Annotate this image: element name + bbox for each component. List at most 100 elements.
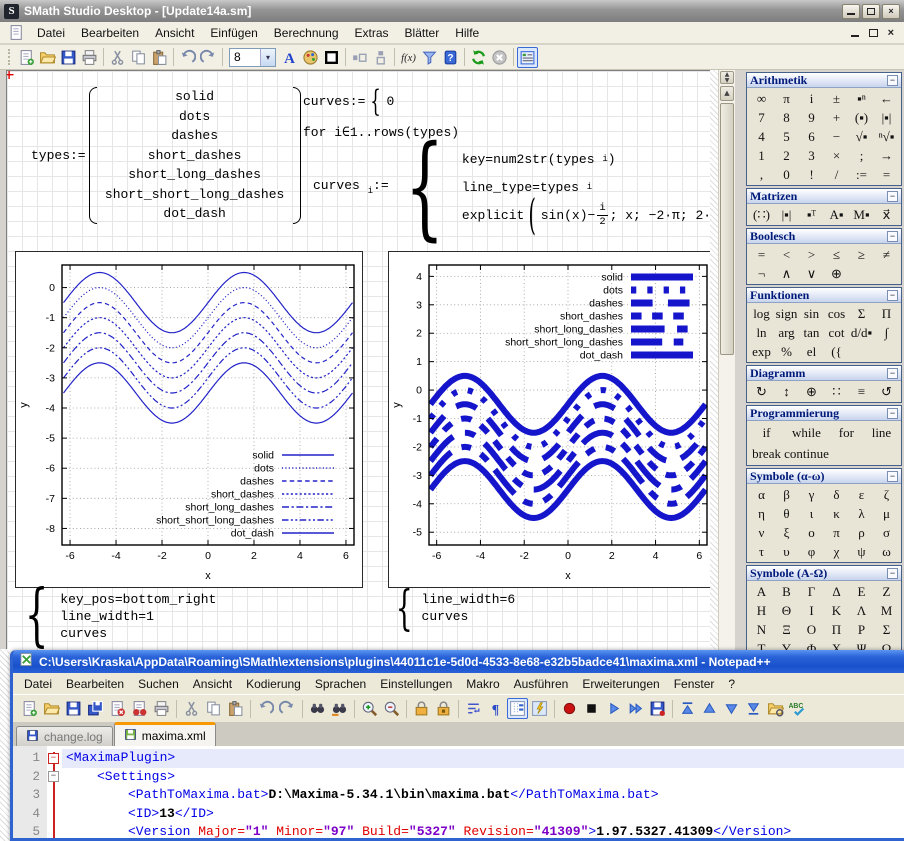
palette-button[interactable]: cos	[824, 304, 849, 323]
npp-goto-next-button[interactable]	[721, 698, 742, 719]
npp-new-file-button[interactable]	[19, 698, 40, 719]
palette-button[interactable]: ↻	[749, 382, 774, 401]
smath-help-button[interactable]: ?	[440, 47, 461, 68]
collapse-button[interactable]: −	[887, 368, 898, 379]
npp-undo-button[interactable]	[255, 698, 276, 719]
palette-button[interactable]: 0	[774, 165, 799, 184]
fold-collapse-icon[interactable]: −	[48, 771, 59, 782]
palette-button[interactable]: sin	[799, 304, 824, 323]
smath-border-button[interactable]	[321, 47, 342, 68]
palette-button[interactable]: −	[824, 127, 849, 146]
palette-button[interactable]: ο	[799, 523, 824, 542]
npp-spell-check-button[interactable]: ABC	[787, 698, 808, 719]
palette-button[interactable]: :=	[849, 165, 874, 184]
palette-button[interactable]: Β	[774, 582, 799, 601]
palette-button[interactable]: sign	[774, 304, 799, 323]
smath-menu-datei[interactable]: Datei	[29, 24, 73, 42]
npp-indent-guide-button[interactable]	[507, 698, 528, 719]
npp-word-wrap-button[interactable]	[463, 698, 484, 719]
npp-goto-first-button[interactable]	[677, 698, 698, 719]
smath-interrupt-button[interactable]	[489, 47, 510, 68]
npp-macro-record-button[interactable]	[559, 698, 580, 719]
npp-zoom-out-button[interactable]	[381, 698, 402, 719]
palette-button[interactable]: break	[749, 443, 784, 464]
npp-close-file-button[interactable]	[107, 698, 128, 719]
palette-button[interactable]: Δ	[824, 582, 849, 601]
palette-button[interactable]: +	[824, 108, 849, 127]
palette-button[interactable]: 4	[749, 127, 774, 146]
palette-button[interactable]: ;	[849, 146, 874, 165]
palette-button[interactable]: τ	[749, 542, 774, 561]
palette-button[interactable]: ι	[799, 504, 824, 523]
palette-button[interactable]: ¬	[749, 264, 774, 283]
palette-button[interactable]: >	[799, 245, 824, 264]
palette-button[interactable]: %	[774, 342, 799, 361]
font-size-select[interactable]: 8▾	[229, 48, 276, 67]
palette-button[interactable]: 6	[799, 127, 824, 146]
palette-button[interactable]: ρ	[849, 523, 874, 542]
palette-button[interactable]: ∫	[874, 323, 899, 342]
palette-button[interactable]: υ	[774, 542, 799, 561]
npp-open-containing-folder-button[interactable]	[765, 698, 786, 719]
palette-button[interactable]: ↺	[874, 382, 899, 401]
palette-button[interactable]: (∷)	[749, 205, 774, 224]
collapse-button[interactable]: −	[887, 568, 898, 579]
npp-function-completion-button[interactable]	[529, 698, 550, 719]
palette-button[interactable]: Λ	[849, 601, 874, 620]
palette-button[interactable]: γ	[799, 485, 824, 504]
palette-button[interactable]: Π	[824, 620, 849, 639]
palette-header[interactable]: Diagramm−	[747, 366, 901, 381]
palette-button[interactable]: ≥	[849, 245, 874, 264]
math-region-plot1-params[interactable]: { key_pos=bottom_rightline_width=1curves	[15, 591, 216, 642]
smath-align-horizontal-button[interactable]	[349, 47, 370, 68]
palette-button[interactable]: ⁿ√▪	[874, 127, 899, 146]
npp-menu-erweiterungen[interactable]: Erweiterungen	[575, 675, 666, 693]
collapse-button[interactable]: −	[887, 75, 898, 86]
palette-button[interactable]: →	[874, 146, 899, 165]
palette-button[interactable]: Γ	[799, 582, 824, 601]
palette-button[interactable]: if	[749, 422, 784, 443]
palette-button[interactable]: δ	[824, 485, 849, 504]
smath-print-button[interactable]	[79, 47, 100, 68]
palette-button[interactable]: continue	[784, 443, 829, 464]
palette-button[interactable]: ≡	[849, 382, 874, 401]
smath-menu-extras[interactable]: Extras	[347, 24, 397, 42]
palette-button[interactable]: κ	[824, 504, 849, 523]
smath-font-color-button[interactable]: A	[279, 47, 300, 68]
smath-show-panels-button[interactable]	[517, 47, 538, 68]
npp-menu-suchen[interactable]: Suchen	[131, 675, 186, 693]
palette-button[interactable]: 5	[774, 127, 799, 146]
palette-button[interactable]: log	[749, 304, 774, 323]
palette-button[interactable]: !	[799, 165, 824, 184]
palette-button[interactable]: 8	[774, 108, 799, 127]
smath-menu-berechnung[interactable]: Berechnung	[266, 24, 347, 42]
palette-button[interactable]: π	[774, 89, 799, 108]
npp-find-replace-button[interactable]	[329, 698, 350, 719]
palette-button[interactable]: β	[774, 485, 799, 504]
npp-copy-button[interactable]	[203, 698, 224, 719]
palette-button[interactable]: ln	[749, 323, 774, 342]
npp-save-session-button[interactable]	[433, 698, 454, 719]
scrollbar-up-button[interactable]: ▲	[720, 86, 734, 101]
palette-button[interactable]: Ρ	[849, 620, 874, 639]
palette-header[interactable]: Symbole (α-ω)−	[747, 469, 901, 484]
palette-button[interactable]: √▪	[849, 127, 874, 146]
plot-region-right[interactable]: -6-4-2024643210-1-2-3-4-5xysoliddotsdash…	[388, 251, 710, 588]
palette-button[interactable]: ξ	[774, 523, 799, 542]
palette-header[interactable]: Boolesch−	[747, 229, 901, 244]
palette-button[interactable]: π	[824, 523, 849, 542]
palette-header[interactable]: Symbole (Α-Ω)−	[747, 566, 901, 581]
smath-paste-button[interactable]	[149, 47, 170, 68]
npp-menu-ansicht[interactable]: Ansicht	[186, 675, 239, 693]
smath-menu-ansicht[interactable]: Ansicht	[147, 24, 202, 42]
palette-button[interactable]: σ	[874, 523, 899, 542]
palette-button[interactable]: while	[784, 422, 829, 443]
palette-button[interactable]: Σ	[874, 620, 899, 639]
fold-collapse-icon[interactable]: −	[48, 753, 59, 764]
palette-button[interactable]: =	[749, 245, 774, 264]
npp-macro-save-button[interactable]	[647, 698, 668, 719]
smath-function-fx-button[interactable]: f(x)	[398, 47, 419, 68]
palette-button[interactable]: ∨	[799, 264, 824, 283]
palette-button[interactable]: ε	[849, 485, 874, 504]
palette-header[interactable]: Programmierung−	[747, 406, 901, 421]
